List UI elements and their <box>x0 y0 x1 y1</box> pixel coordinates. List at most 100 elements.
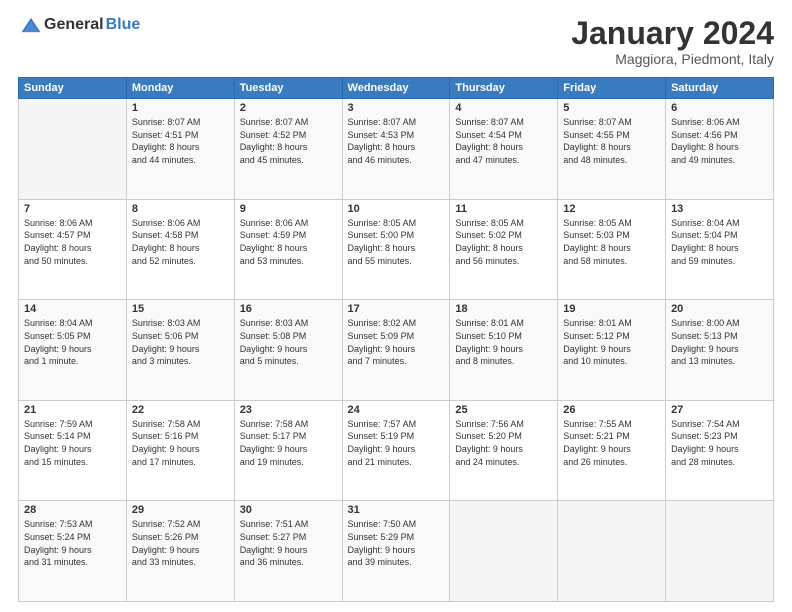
table-row: 18 Sunrise: 8:01 AM Sunset: 5:10 PM Dayli… <box>450 300 558 401</box>
logo-general-text: General <box>44 16 104 34</box>
logo: General Blue <box>18 16 140 34</box>
table-row <box>558 501 666 602</box>
table-row: 22 Sunrise: 7:58 AM Sunset: 5:16 PM Dayli… <box>126 400 234 501</box>
day-info: Sunrise: 7:59 AM Sunset: 5:14 PM Dayligh… <box>24 418 121 468</box>
day-info: Sunrise: 8:06 AM Sunset: 4:59 PM Dayligh… <box>240 217 337 267</box>
day-info: Sunrise: 8:03 AM Sunset: 5:06 PM Dayligh… <box>132 317 229 367</box>
table-row: 15Sunrise: 8:03 AM Sunset: 5:06 PM Dayli… <box>126 300 234 401</box>
day-info: Sunrise: 8:03 AM Sunset: 5:08 PM Dayligh… <box>240 317 337 367</box>
day-number: 14 <box>24 303 121 315</box>
day-number: 4 <box>455 102 552 114</box>
table-row: 21 Sunrise: 7:59 AM Sunset: 5:14 PM Dayli… <box>19 400 127 501</box>
day-info: Sunrise: 8:00 AM Sunset: 5:13 PM Dayligh… <box>671 317 768 367</box>
day-number: 19 <box>563 303 660 315</box>
day-info: Sunrise: 7:52 AM Sunset: 5:26 PM Dayligh… <box>132 518 229 568</box>
header: General Blue January 2024 Maggiora, Pied… <box>18 16 774 67</box>
day-number: 20 <box>671 303 768 315</box>
header-thursday: Thursday <box>450 78 558 99</box>
table-row: 23 Sunrise: 7:58 AM Sunset: 5:17 PM Dayli… <box>234 400 342 501</box>
day-number: 21 <box>24 404 121 416</box>
day-info: Sunrise: 7:58 AM Sunset: 5:17 PM Dayligh… <box>240 418 337 468</box>
day-number: 9 <box>240 203 337 215</box>
day-info: Sunrise: 8:05 AM Sunset: 5:00 PM Dayligh… <box>348 217 445 267</box>
day-info: Sunrise: 8:07 AM Sunset: 4:52 PM Dayligh… <box>240 116 337 166</box>
day-info: Sunrise: 7:51 AM Sunset: 5:27 PM Dayligh… <box>240 518 337 568</box>
table-row: 7 Sunrise: 8:06 AM Sunset: 4:57 PM Daylig… <box>19 199 127 300</box>
day-info: Sunrise: 7:54 AM Sunset: 5:23 PM Dayligh… <box>671 418 768 468</box>
day-info: Sunrise: 8:02 AM Sunset: 5:09 PM Dayligh… <box>348 317 445 367</box>
day-info: Sunrise: 8:07 AM Sunset: 4:51 PM Dayligh… <box>132 116 229 166</box>
day-number: 22 <box>132 404 229 416</box>
day-number: 30 <box>240 504 337 516</box>
day-number: 1 <box>132 102 229 114</box>
header-sunday: Sunday <box>19 78 127 99</box>
table-row: 13Sunrise: 8:04 AM Sunset: 5:04 PM Dayli… <box>666 199 774 300</box>
table-row: 20 Sunrise: 8:00 AM Sunset: 5:13 PM Dayli… <box>666 300 774 401</box>
table-row <box>19 99 127 200</box>
table-row: 29 Sunrise: 7:52 AM Sunset: 5:26 PM Dayli… <box>126 501 234 602</box>
day-info: Sunrise: 7:53 AM Sunset: 5:24 PM Dayligh… <box>24 518 121 568</box>
table-row: 30 Sunrise: 7:51 AM Sunset: 5:27 PM Dayli… <box>234 501 342 602</box>
header-friday: Friday <box>558 78 666 99</box>
day-info: Sunrise: 8:07 AM Sunset: 4:55 PM Dayligh… <box>563 116 660 166</box>
table-row: 24Sunrise: 7:57 AM Sunset: 5:19 PM Dayli… <box>342 400 450 501</box>
day-number: 7 <box>24 203 121 215</box>
day-info: Sunrise: 7:55 AM Sunset: 5:21 PM Dayligh… <box>563 418 660 468</box>
day-number: 13 <box>671 203 768 215</box>
day-number: 12 <box>563 203 660 215</box>
table-row <box>666 501 774 602</box>
header-tuesday: Tuesday <box>234 78 342 99</box>
table-row: 26Sunrise: 7:55 AM Sunset: 5:21 PM Dayli… <box>558 400 666 501</box>
day-number: 11 <box>455 203 552 215</box>
week-row-5: 28 Sunrise: 7:53 AM Sunset: 5:24 PM Dayli… <box>19 501 774 602</box>
day-info: Sunrise: 7:58 AM Sunset: 5:16 PM Dayligh… <box>132 418 229 468</box>
table-row: 12 Sunrise: 8:05 AM Sunset: 5:03 PM Dayli… <box>558 199 666 300</box>
day-info: Sunrise: 8:04 AM Sunset: 5:05 PM Dayligh… <box>24 317 121 367</box>
week-row-2: 7 Sunrise: 8:06 AM Sunset: 4:57 PM Daylig… <box>19 199 774 300</box>
table-row: 11 Sunrise: 8:05 AM Sunset: 5:02 PM Dayli… <box>450 199 558 300</box>
table-row: 5Sunrise: 8:07 AM Sunset: 4:55 PM Daylig… <box>558 99 666 200</box>
logo-icon <box>20 16 42 34</box>
calendar-table: Sunday Monday Tuesday Wednesday Thursday… <box>18 77 774 602</box>
table-row: 27 Sunrise: 7:54 AM Sunset: 5:23 PM Dayli… <box>666 400 774 501</box>
table-row <box>450 501 558 602</box>
day-info: Sunrise: 8:07 AM Sunset: 4:53 PM Dayligh… <box>348 116 445 166</box>
table-row: 25Sunrise: 7:56 AM Sunset: 5:20 PM Dayli… <box>450 400 558 501</box>
day-number: 6 <box>671 102 768 114</box>
table-row: 6Sunrise: 8:06 AM Sunset: 4:56 PM Daylig… <box>666 99 774 200</box>
day-number: 18 <box>455 303 552 315</box>
table-row: 3 Sunrise: 8:07 AM Sunset: 4:53 PM Daylig… <box>342 99 450 200</box>
title-block: January 2024 Maggiora, Piedmont, Italy <box>571 16 774 67</box>
day-number: 24 <box>348 404 445 416</box>
day-number: 10 <box>348 203 445 215</box>
day-number: 17 <box>348 303 445 315</box>
day-number: 23 <box>240 404 337 416</box>
table-row: 10 Sunrise: 8:05 AM Sunset: 5:00 PM Dayli… <box>342 199 450 300</box>
page: General Blue January 2024 Maggiora, Pied… <box>0 0 792 612</box>
day-info: Sunrise: 8:01 AM Sunset: 5:12 PM Dayligh… <box>563 317 660 367</box>
week-row-1: 1 Sunrise: 8:07 AM Sunset: 4:51 PM Daylig… <box>19 99 774 200</box>
day-number: 3 <box>348 102 445 114</box>
table-row: 9 Sunrise: 8:06 AM Sunset: 4:59 PM Daylig… <box>234 199 342 300</box>
table-row: 28 Sunrise: 7:53 AM Sunset: 5:24 PM Dayli… <box>19 501 127 602</box>
location-subtitle: Maggiora, Piedmont, Italy <box>571 51 774 67</box>
day-info: Sunrise: 8:05 AM Sunset: 5:03 PM Dayligh… <box>563 217 660 267</box>
day-number: 29 <box>132 504 229 516</box>
table-row: 16Sunrise: 8:03 AM Sunset: 5:08 PM Dayli… <box>234 300 342 401</box>
day-number: 27 <box>671 404 768 416</box>
day-number: 25 <box>455 404 552 416</box>
table-row: 14 Sunrise: 8:04 AM Sunset: 5:05 PM Dayli… <box>19 300 127 401</box>
month-title: January 2024 <box>571 16 774 51</box>
table-row: 8Sunrise: 8:06 AM Sunset: 4:58 PM Daylig… <box>126 199 234 300</box>
header-wednesday: Wednesday <box>342 78 450 99</box>
day-info: Sunrise: 8:01 AM Sunset: 5:10 PM Dayligh… <box>455 317 552 367</box>
table-row: 19 Sunrise: 8:01 AM Sunset: 5:12 PM Dayli… <box>558 300 666 401</box>
day-number: 28 <box>24 504 121 516</box>
day-info: Sunrise: 8:07 AM Sunset: 4:54 PM Dayligh… <box>455 116 552 166</box>
day-info: Sunrise: 8:05 AM Sunset: 5:02 PM Dayligh… <box>455 217 552 267</box>
table-row: 4 Sunrise: 8:07 AM Sunset: 4:54 PM Daylig… <box>450 99 558 200</box>
day-info: Sunrise: 8:06 AM Sunset: 4:57 PM Dayligh… <box>24 217 121 267</box>
table-row: 17 Sunrise: 8:02 AM Sunset: 5:09 PM Dayli… <box>342 300 450 401</box>
logo-blue-text: Blue <box>106 16 141 34</box>
header-monday: Monday <box>126 78 234 99</box>
